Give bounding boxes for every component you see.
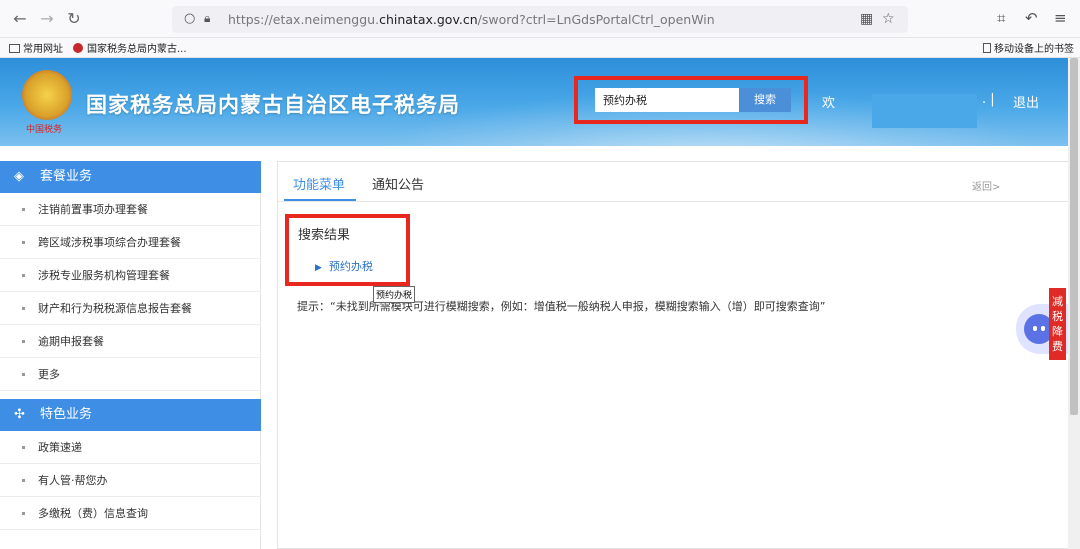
logout-link[interactable]: 退出	[1013, 92, 1039, 111]
lock-icon[interactable]: 🔒︎	[204, 11, 210, 26]
sidebar-item[interactable]: 注销前置事项办理套餐	[0, 193, 261, 226]
sidebar: ◈ 套餐业务 注销前置事项办理套餐 跨区域涉税事项综合办理套餐 涉税专业服务机构…	[0, 161, 261, 549]
sidebar-item[interactable]: 多缴税（费）信息查询	[0, 497, 261, 530]
back-arrow-icon[interactable]: ←	[10, 9, 30, 29]
sidebar-item[interactable]: 跨区域涉税事项综合办理套餐	[0, 226, 261, 259]
reload-icon[interactable]: ↻	[64, 9, 84, 29]
bookmark-mobile[interactable]: 移动设备上的书签	[983, 40, 1074, 55]
tab-bar: 功能菜单 通知公告 返回>	[278, 162, 1069, 202]
bookmark-tax-bureau[interactable]: 国家税务总局内蒙古...	[73, 40, 187, 55]
emblem-caption: 中国税务	[26, 125, 63, 135]
sidebar-item-more[interactable]: 更多	[0, 358, 261, 391]
star-icon[interactable]: ☆	[882, 11, 895, 27]
search-results-title: 搜索结果	[298, 228, 351, 243]
triangle-right-icon: ▶	[315, 263, 322, 273]
menu-icon[interactable]: ≡	[1054, 9, 1067, 27]
tooltip: 预约办税	[373, 286, 416, 303]
grid-icon: ✣	[14, 407, 25, 422]
search-result-link[interactable]: ▶ 预约办税	[315, 258, 373, 274]
emblem-icon	[73, 43, 83, 53]
screenshot-icon[interactable]: ⌗	[997, 9, 1005, 27]
sidebar-item[interactable]: 涉税专业服务机构管理套餐	[0, 259, 261, 292]
tab-function-menu[interactable]: 功能菜单	[293, 174, 345, 193]
tab-notices[interactable]: 通知公告	[372, 174, 424, 193]
sidebar-section-featured[interactable]: ✣ 特色业务	[0, 399, 261, 431]
tax-emblem-icon	[22, 70, 72, 120]
shield-icon[interactable]: ○	[184, 11, 195, 26]
tax-reduction-promo[interactable]: 减税降费	[1049, 288, 1066, 360]
sidebar-item[interactable]: 财产和行为税税源信息报告套餐	[0, 292, 261, 325]
sidebar-item[interactable]: 政策速递	[0, 431, 261, 464]
search-input[interactable]	[595, 88, 739, 112]
sidebar-section-packages[interactable]: ◈ 套餐业务	[0, 161, 261, 193]
folder-icon	[9, 44, 20, 53]
page-scrollbar[interactable]	[1068, 58, 1080, 549]
site-title: 国家税务总局内蒙古自治区电子税务局	[86, 93, 460, 117]
forward-arrow-icon[interactable]: →	[37, 9, 57, 29]
layers-icon: ◈	[14, 169, 24, 184]
browser-toolbar: ← → ↻ ○ 🔒︎ https://etax.neimenggu.chinat…	[0, 0, 1080, 38]
scrollbar-thumb[interactable]	[1070, 58, 1078, 415]
undo-icon[interactable]: ↶	[1025, 9, 1038, 27]
welcome-text: 欢	[822, 96, 836, 111]
back-link[interactable]: 返回>	[972, 178, 1000, 193]
sidebar-item[interactable]: 有人管·帮您办	[0, 464, 261, 497]
phone-icon	[983, 43, 991, 53]
main-panel: 功能菜单 通知公告 返回> 搜索结果 ▶ 预约办税 提示：“未找到所需模块可进行模…	[277, 161, 1069, 549]
header-separator: . |	[982, 92, 995, 107]
search-button[interactable]: 搜索	[739, 88, 791, 112]
url-text[interactable]: https://etax.neimenggu.chinatax.gov.cn/s…	[228, 12, 715, 27]
address-bar[interactable]: ○ 🔒︎ https://etax.neimenggu.chinatax.gov…	[172, 6, 908, 33]
active-tab-indicator	[284, 199, 356, 201]
bookmarks-bar: 常用网址 国家税务总局内蒙古... 移动设备上的书签	[0, 38, 1080, 58]
qr-code-icon[interactable]: ▦	[860, 11, 873, 27]
username-redacted	[872, 94, 977, 128]
bookmark-common[interactable]: 常用网址	[9, 40, 63, 55]
sidebar-item[interactable]: 逾期申报套餐	[0, 325, 261, 358]
